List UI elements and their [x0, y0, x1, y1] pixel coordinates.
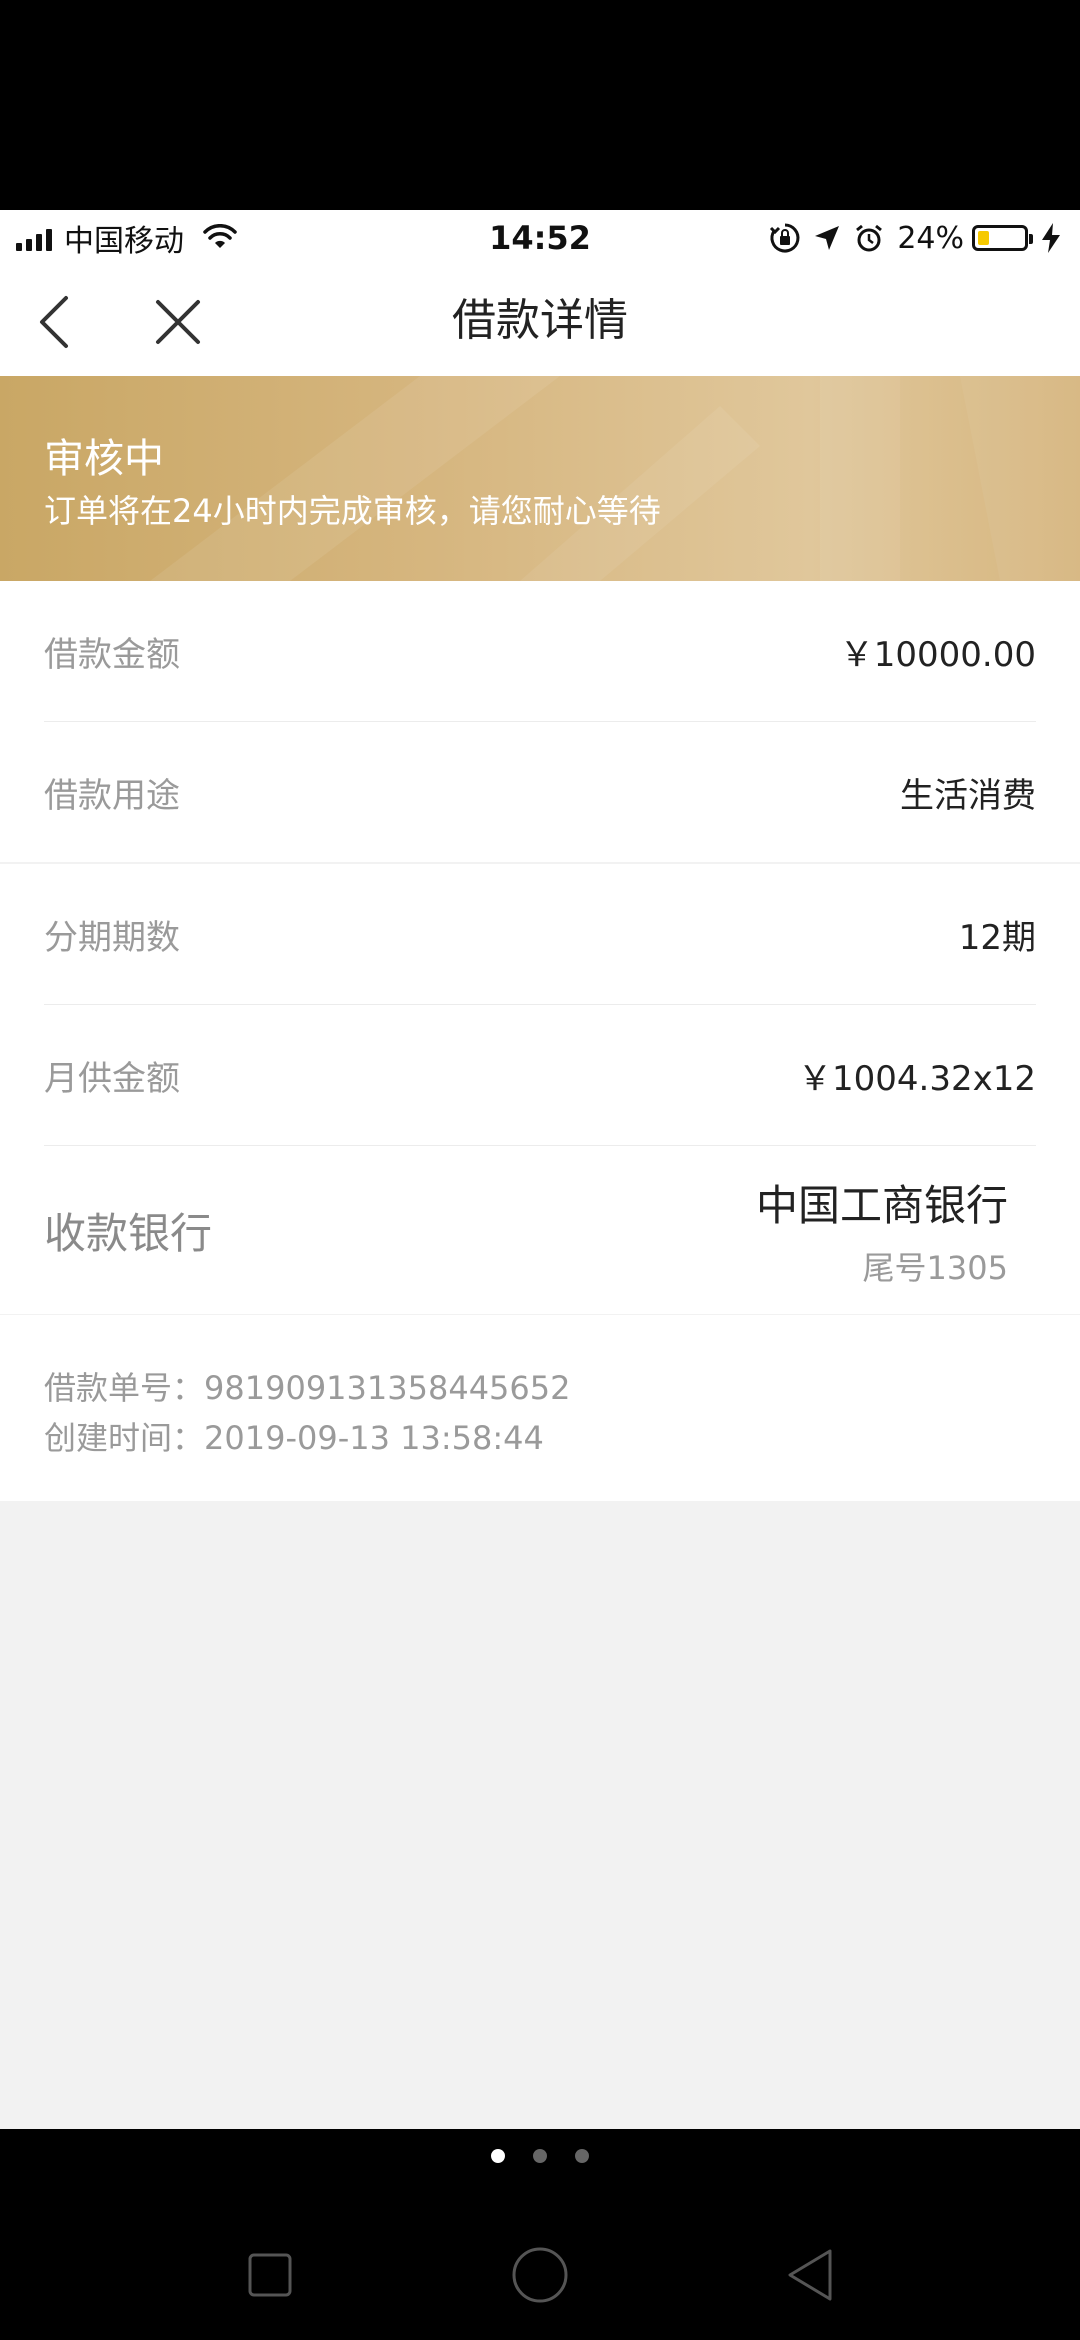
bank-name: 中国工商银行	[755, 1180, 1008, 1230]
page-dot-3	[575, 2149, 589, 2163]
signal-icon	[16, 225, 52, 251]
bank-card-tail: 尾号1305	[862, 1248, 1008, 1287]
status-left: 中国移动	[16, 210, 238, 266]
created-time-line: 创建时间：2019-09-13 13:58:44	[44, 1413, 544, 1459]
back-chevron-icon[interactable]	[32, 292, 80, 352]
monthly-payment-label: 月供金额	[44, 1058, 180, 1099]
back-triangle-icon[interactable]	[780, 2245, 840, 2305]
close-icon[interactable]	[150, 294, 206, 350]
system-nav-area	[0, 2129, 1080, 2340]
phone-screen: 中国移动 14:52 24% 借款详情 审核中 订单将在24小时内完成审核，请您…	[0, 0, 1080, 2340]
page-indicator	[0, 2149, 1080, 2163]
receiving-bank-label: 收款银行	[44, 1208, 213, 1258]
loan-amount-value: ￥10000.00	[839, 634, 1036, 675]
alarm-icon	[856, 224, 883, 252]
page-dot-1	[491, 2149, 505, 2163]
monthly-payment-value: ￥1004.32x12	[798, 1058, 1036, 1099]
order-info-card: 借款单号：981909131358445652 创建时间：2019-09-13 …	[0, 1315, 1080, 1501]
review-status-banner: 审核中 订单将在24小时内完成审核，请您耐心等待	[0, 376, 1080, 581]
created-time-label: 创建时间：	[44, 1419, 205, 1457]
loan-amount-label: 借款金额	[44, 634, 180, 675]
carrier-name: 中国移动	[64, 224, 184, 259]
battery-icon	[972, 225, 1033, 251]
home-circle-icon[interactable]	[510, 2245, 570, 2305]
recents-square-icon[interactable]	[240, 2245, 300, 2305]
installments-label: 分期期数	[44, 917, 180, 958]
page-dot-2	[533, 2149, 547, 2163]
status-right: 24%	[759, 210, 1062, 266]
wifi-icon	[203, 224, 237, 248]
system-nav-bar	[0, 2229, 1080, 2319]
top-black-area	[0, 0, 1080, 210]
installments-value: 12期	[958, 917, 1036, 958]
loan-purpose-value: 生活消费	[900, 775, 1036, 816]
loan-purpose-label: 借款用途	[44, 775, 180, 816]
orientation-lock-icon	[770, 223, 800, 253]
location-icon	[815, 226, 840, 250]
order-number-label: 借款单号：	[44, 1369, 205, 1407]
status-title: 审核中	[44, 436, 164, 482]
order-number-line: 借款单号：981909131358445652	[44, 1363, 570, 1409]
battery-fill	[978, 231, 989, 245]
loan-purpose-row: 借款用途 生活消费	[44, 722, 1036, 862]
loan-basic-card: 借款金额 ￥10000.00 借款用途 生活消费	[0, 581, 1080, 862]
created-time-value: 2019-09-13 13:58:44	[204, 1419, 544, 1457]
status-bar: 中国移动 14:52 24%	[0, 210, 1080, 266]
monthly-payment-row: 月供金额 ￥1004.32x12	[44, 1005, 1036, 1146]
status-message: 订单将在24小时内完成审核，请您耐心等待	[44, 492, 661, 530]
receiving-bank-row: 收款银行 中国工商银行 尾号1305	[44, 1146, 1036, 1314]
receiving-bank-value: 中国工商银行 尾号1305	[756, 1172, 1008, 1289]
installments-row: 分期期数 12期	[44, 864, 1036, 1005]
battery-percent: 24%	[897, 220, 964, 256]
repayment-card: 分期期数 12期 月供金额 ￥1004.32x12 收款银行 中国工商银行 尾号…	[0, 864, 1080, 1314]
page-body: 借款金额 ￥10000.00 借款用途 生活消费 分期期数 12期 月供金额 ￥…	[0, 581, 1080, 2129]
order-number-value: 981909131358445652	[204, 1369, 571, 1407]
nav-bar: 借款详情	[0, 266, 1080, 377]
loan-amount-row: 借款金额 ￥10000.00	[44, 581, 1036, 722]
charging-bolt-icon	[1042, 223, 1060, 253]
